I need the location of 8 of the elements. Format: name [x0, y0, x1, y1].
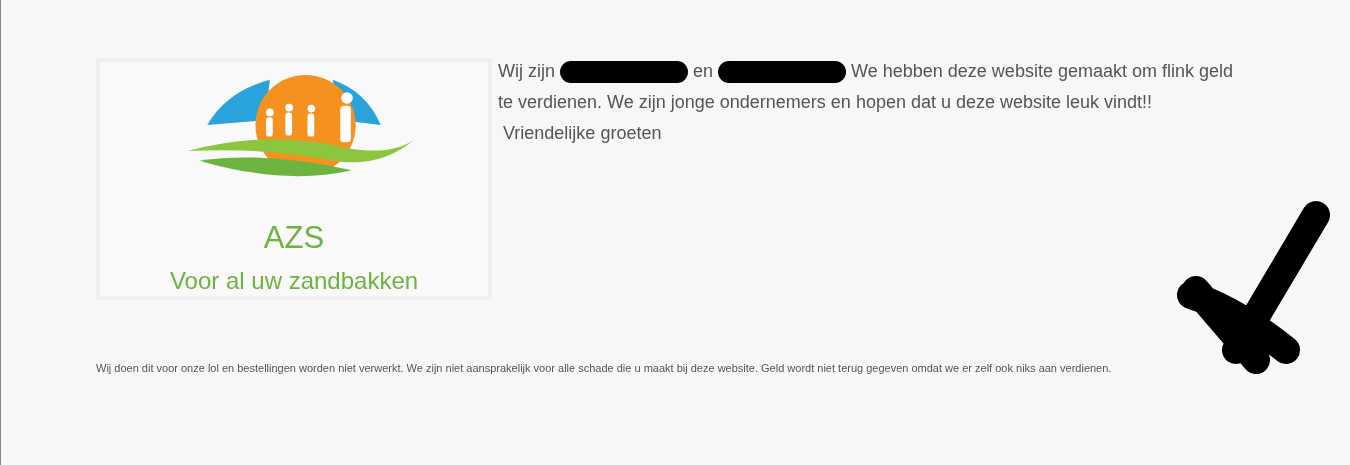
disclaimer-text: Wij doen dit voor onze lol en bestellingen worden niet verwerkt. We zijn niet aansprakelijk voor alle schade die u maakt bij deze website. Geld wordt niet terug gegeven omdat we er zelf ook niks aan verdienen. [96, 362, 1113, 374]
intro-text: te verdienen. We zijn jonge ondernemers en hopen dat u deze website leuk vindt!! [498, 91, 1154, 114]
logo-title: AZS [263, 220, 325, 256]
intro-text: en [693, 61, 714, 81]
intro-text: We hebben deze website gemaakt om flink geld [851, 61, 1233, 81]
intro-text: Wij zijn [498, 61, 555, 81]
logo-tagline: Voor al uw zandbakken [169, 266, 419, 296]
greeting-text: Vriendelijke groeten [502, 122, 663, 145]
